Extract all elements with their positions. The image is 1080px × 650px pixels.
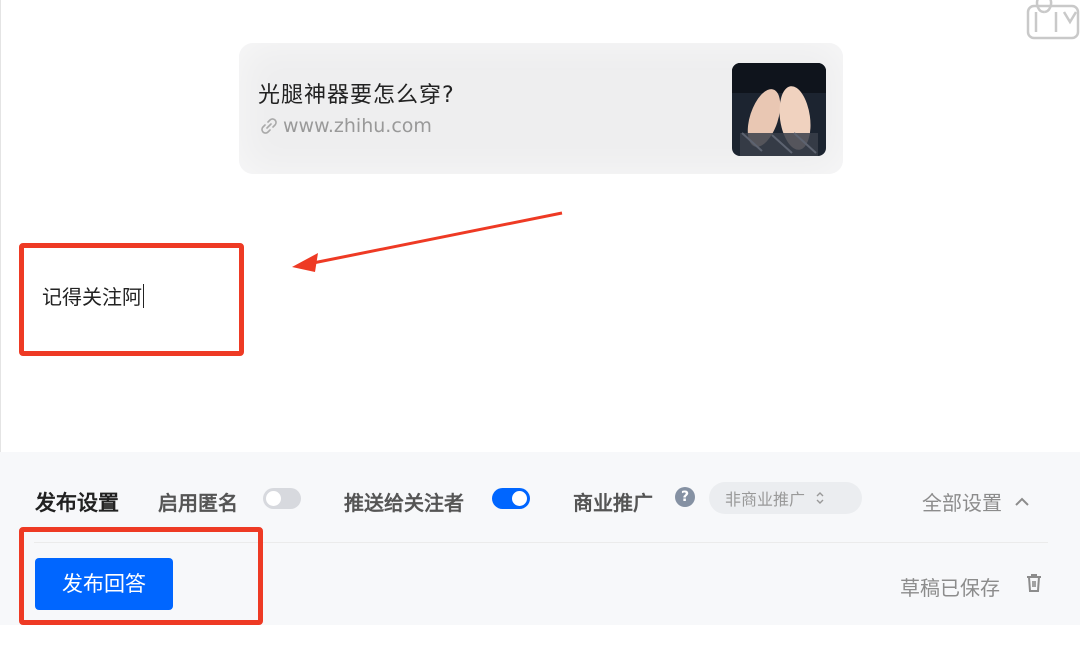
bottom-strip: [0, 625, 1080, 650]
all-settings-toggle[interactable]: 全部设置: [922, 487, 1030, 516]
chevron-up-icon: [1015, 497, 1029, 506]
commercial-label: 商业推广: [573, 491, 653, 515]
draft-status: 草稿已保存: [900, 576, 1000, 600]
commercial-select-value: 非商业推广: [725, 490, 806, 509]
trash-icon[interactable]: [1024, 572, 1044, 594]
anonymous-toggle[interactable]: [263, 488, 301, 509]
settings-title: 发布设置: [35, 491, 119, 515]
select-caret-icon: [816, 492, 824, 504]
help-icon[interactable]: ?: [675, 487, 695, 507]
highlight-publish-button: [19, 527, 263, 625]
highlight-answer-text: [19, 243, 244, 356]
push-toggle[interactable]: [492, 488, 530, 509]
all-settings-label: 全部设置: [922, 491, 1002, 515]
push-label: 推送给关注者: [344, 491, 464, 515]
commercial-select[interactable]: 非商业推广: [709, 482, 862, 514]
anonymous-label: 启用匿名: [158, 491, 238, 515]
